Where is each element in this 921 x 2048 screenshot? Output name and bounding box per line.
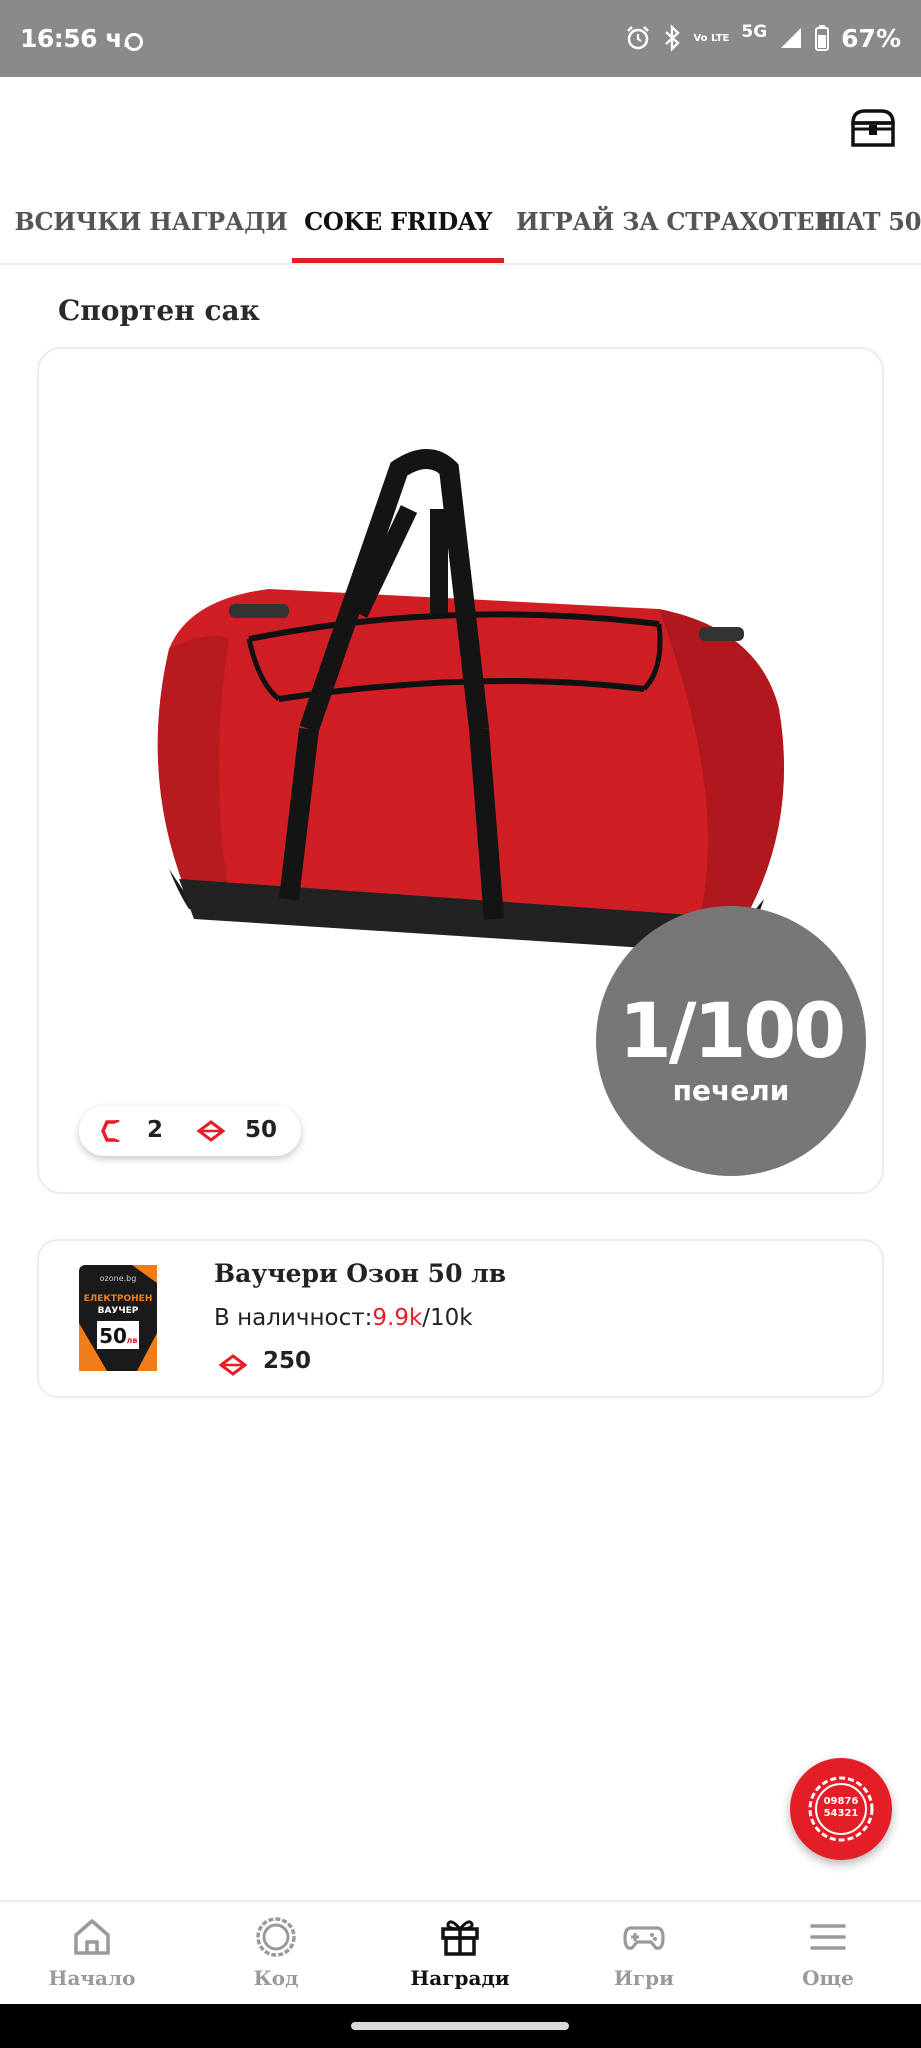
nav-home[interactable]: Начало	[0, 1902, 184, 2006]
voucher-amount: 50	[99, 1324, 127, 1348]
tab-play-for-great[interactable]: ИГРАЙ ЗА СТРАХОТЕН	[516, 197, 837, 263]
tab-coke-friday[interactable]: COKE FRIDAY	[292, 197, 504, 263]
status-time: 16:56 ч.	[20, 24, 131, 53]
voucher-line2: ВАУЧЕР	[98, 1306, 139, 1316]
voucher-card[interactable]: ozone.bg ЕЛЕКТРОНЕН ВАУЧЕР 50 лв Ваучери…	[37, 1239, 884, 1398]
stock-label: В наличност:	[214, 1305, 373, 1331]
notification-dot-icon	[125, 33, 143, 51]
home-gesture-handle[interactable]	[351, 2022, 569, 2030]
signal-icon	[781, 28, 802, 48]
menu-icon	[810, 1924, 846, 1950]
alarm-icon	[627, 26, 650, 50]
gift-icon	[441, 1920, 479, 1956]
diamond-icon	[197, 1120, 225, 1142]
nav-code-label: Код	[253, 1966, 299, 1990]
diamond-icon	[219, 1354, 247, 1376]
cost-points-value: 50	[245, 1117, 278, 1143]
prize-card[interactable]: 1/100 печели 2 50	[37, 347, 884, 1194]
nav-home-label: Начало	[48, 1966, 136, 1990]
bottom-navigation: Начало Код Награди Игри Още	[0, 1900, 921, 2004]
active-tab-indicator	[292, 258, 504, 263]
tab-fiat[interactable]: FIAT 50	[818, 197, 921, 263]
ozone-voucher-image: ozone.bg ЕЛЕКТРОНЕН ВАУЧЕР 50 лв	[79, 1265, 157, 1371]
gamepad-icon	[623, 1926, 665, 1950]
nav-games-label: Игри	[614, 1966, 674, 1990]
bluetooth-icon	[665, 24, 681, 52]
code-ring-icon	[256, 1917, 296, 1957]
nav-rewards[interactable]: Награди	[368, 1902, 552, 2006]
voucher-title: Ваучери Озон 50 лв	[214, 1259, 507, 1288]
voucher-line1: ЕЛЕКТРОНЕН	[84, 1294, 153, 1304]
enter-code-button[interactable]: 09876 54321	[790, 1758, 892, 1860]
won-label: печели	[672, 1074, 790, 1107]
fab-code-line1: 09876	[823, 1796, 859, 1807]
category-tabs: ВСИЧКИ НАГРАДИ COKE FRIDAY ИГРАЙ ЗА СТРА…	[0, 197, 921, 265]
stock-total: /10k	[422, 1305, 473, 1331]
nav-games[interactable]: Игри	[552, 1902, 736, 2006]
prize-title: Спортен сак	[58, 294, 260, 327]
voucher-cost-points: 250	[263, 1348, 312, 1374]
network-type: 5G	[741, 22, 768, 42]
won-count: 1/100	[618, 986, 846, 1075]
code-refresh-icon	[101, 1120, 120, 1142]
stock-available: 9.9k	[372, 1305, 423, 1331]
won-badge: 1/100 печели	[596, 906, 866, 1176]
nav-more[interactable]: Още	[736, 1902, 920, 2006]
treasure-chest-icon	[851, 109, 895, 147]
home-icon	[74, 1919, 110, 1955]
voucher-brand: ozone.bg	[100, 1274, 137, 1283]
battery-percent: 67%	[841, 23, 901, 53]
voucher-stock: В наличност:9.9k/10k	[214, 1305, 473, 1331]
nav-rewards-label: Награди	[410, 1966, 510, 1990]
treasure-chest-button[interactable]	[849, 107, 897, 149]
cost-codes-value: 2	[147, 1117, 164, 1143]
battery-icon	[815, 25, 830, 51]
nav-more-label: Още	[802, 1966, 854, 1990]
fab-code-line2: 54321	[823, 1808, 859, 1819]
nav-code[interactable]: Код	[184, 1902, 368, 2006]
system-navigation-bar	[0, 2004, 921, 2048]
tab-all-rewards[interactable]: ВСИЧКИ НАГРАДИ	[10, 197, 292, 263]
volte-indicator: Vo LTE	[693, 32, 730, 44]
app-header	[0, 77, 921, 197]
status-bar: 16:56 ч. Vo LTE 5G 67%	[0, 0, 921, 77]
prize-cost-pill: 2 50	[79, 1106, 301, 1156]
status-icons: Vo LTE 5G 67%	[625, 20, 901, 56]
voucher-currency: лв	[127, 1336, 138, 1345]
